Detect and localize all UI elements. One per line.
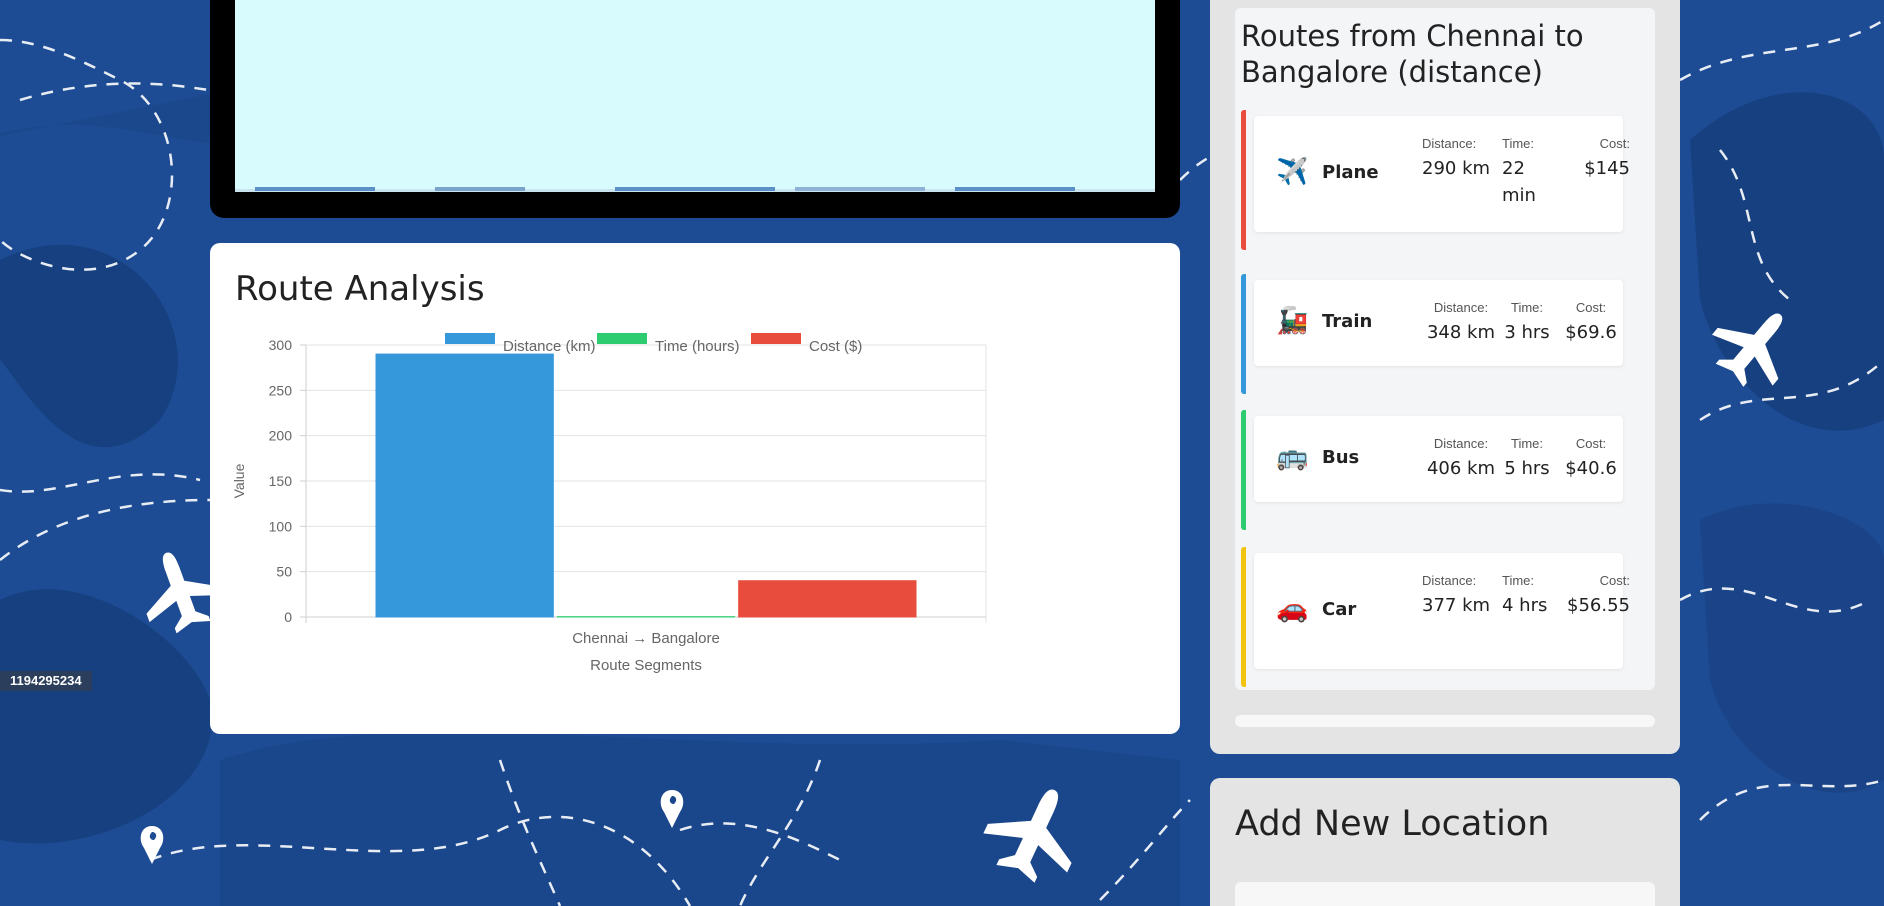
route-cost-stat: Cost: $69.6	[1554, 300, 1628, 346]
route-time-value: 5 hrs	[1504, 458, 1550, 479]
route-time-stat: Time: 5 hrs	[1502, 436, 1552, 482]
legend-swatch	[445, 333, 495, 344]
bus-icon: 🚌	[1276, 441, 1309, 471]
location-name-input[interactable]	[1235, 882, 1655, 906]
route-card: 🚂 Train Distance: 348 km Time: 3 hrs Cost: $69.…	[1254, 280, 1623, 366]
route-distance-label: Distance:	[1422, 136, 1477, 151]
route-item-plane[interactable]: ✈️ Plane Distance: 290 km Time: 22 min Cost: $1…	[1241, 110, 1630, 250]
route-time-stat: Time: 4 hrs	[1502, 573, 1562, 619]
route-cost-label: Cost:	[1575, 436, 1607, 451]
x-tick-label: Chennai → Bangalore	[572, 630, 720, 647]
route-cost-label: Cost:	[1599, 136, 1630, 151]
routes-list-panel: Routes from Chennai to Bangalore (distan…	[1235, 8, 1655, 690]
route-distance-value: 290 km	[1422, 158, 1491, 179]
route-item-train[interactable]: 🚂 Train Distance: 348 km Time: 3 hrs Cost: $69.…	[1241, 274, 1623, 394]
routes-title: Routes from Chennai to Bangalore (distan…	[1241, 19, 1584, 89]
route-cost-value: $69.6	[1565, 322, 1617, 343]
route-card: 🚌 Bus Distance: 406 km Time: 5 hrs Cost: $40.6	[1254, 416, 1623, 502]
route-time-value: 3 hrs	[1504, 322, 1550, 343]
route-time-label: Time:	[1510, 300, 1544, 315]
y-axis-title: Value	[231, 463, 247, 498]
route-distance-label: Distance:	[1422, 573, 1477, 588]
route-time-stat: Time: 22 min	[1502, 136, 1562, 209]
horizontal-scrollbar[interactable]	[1235, 715, 1655, 727]
map-panel	[210, 0, 1180, 218]
route-time-label: Time:	[1502, 573, 1535, 588]
route-distance-value: 406 km	[1426, 458, 1496, 479]
bar-cost	[738, 580, 917, 618]
y-tick-label: 100	[269, 518, 293, 534]
route-distance-label: Distance:	[1433, 300, 1489, 315]
legend-swatch	[597, 333, 647, 344]
train-icon: 🚂	[1276, 305, 1309, 335]
car-icon: 🚗	[1276, 593, 1309, 623]
route-distance-value: 348 km	[1426, 322, 1496, 343]
route-distance-stat: Distance: 377 km	[1422, 573, 1494, 619]
route-item-bus[interactable]: 🚌 Bus Distance: 406 km Time: 5 hrs Cost: $40.6	[1241, 410, 1623, 530]
route-card: ✈️ Plane Distance: 290 km Time: 22 min Cost: $1…	[1254, 116, 1630, 232]
route-map[interactable]	[235, 0, 1155, 192]
route-time-label: Time:	[1502, 136, 1535, 151]
route-analysis-chart: 0 50 100 150 200 250 300 Chennai → Bangalore Rou…	[231, 333, 987, 674]
add-location-panel: Add New Location	[1210, 778, 1680, 906]
route-item-car[interactable]: 🚗 Car Distance: 377 km Time: 4 hrs Cost: $56.55	[1241, 547, 1630, 687]
y-tick-label: 200	[269, 428, 293, 444]
bar-distance	[375, 353, 554, 618]
y-tick-label: 250	[269, 382, 293, 398]
route-time-label: Time:	[1510, 436, 1544, 451]
route-cost-value: $145	[1584, 158, 1630, 179]
route-mode-name: Bus	[1322, 447, 1360, 468]
route-mode-name: Train	[1322, 311, 1373, 332]
route-cost-label: Cost:	[1599, 573, 1630, 588]
route-cost-label: Cost:	[1575, 300, 1607, 315]
sidebar: Routes from Chennai to Bangalore (distan…	[1210, 0, 1680, 754]
route-distance-value: 377 km	[1422, 595, 1491, 616]
route-distance-stat: Distance: 406 km	[1420, 436, 1502, 482]
route-cost-stat: Cost: $56.55	[1558, 573, 1630, 619]
map-tile-strip	[255, 187, 1075, 191]
route-cost-value: $40.6	[1565, 458, 1617, 479]
route-analysis-title: Route Analysis	[235, 269, 485, 309]
legend-swatch	[751, 333, 801, 344]
airplane-icon: ✈️	[1276, 156, 1309, 186]
route-time-value: 4 hrs	[1502, 595, 1548, 616]
route-cost-value: $56.55	[1567, 595, 1630, 616]
legend-label: Time (hours)	[655, 338, 739, 355]
add-location-title: Add New Location	[1235, 804, 1550, 844]
image-id-label: 1194295234	[0, 671, 92, 691]
route-mode-name: Car	[1322, 599, 1357, 620]
y-tick-label: 50	[276, 564, 292, 580]
y-tick-label: 300	[269, 337, 293, 353]
route-time-value: 22 min	[1502, 158, 1536, 206]
route-mode-name: Plane	[1322, 162, 1379, 183]
route-distance-label: Distance:	[1433, 436, 1489, 451]
route-cost-stat: Cost: $145	[1558, 136, 1630, 182]
route-time-stat: Time: 3 hrs	[1502, 300, 1552, 346]
route-distance-stat: Distance: 290 km	[1422, 136, 1494, 182]
y-tick-label: 0	[284, 609, 292, 625]
route-analysis-card: Route Analysis 0 50 100 150 200 250 300 Chennai…	[210, 243, 1180, 734]
route-cost-stat: Cost: $40.6	[1554, 436, 1628, 482]
route-card: 🚗 Car Distance: 377 km Time: 4 hrs Cost: $56.55	[1254, 553, 1630, 669]
route-distance-stat: Distance: 348 km	[1420, 300, 1502, 346]
x-axis-title: Route Segments	[590, 657, 702, 674]
legend-label: Distance (km)	[503, 338, 596, 355]
y-tick-label: 150	[269, 473, 293, 489]
legend-label: Cost ($)	[809, 338, 862, 355]
